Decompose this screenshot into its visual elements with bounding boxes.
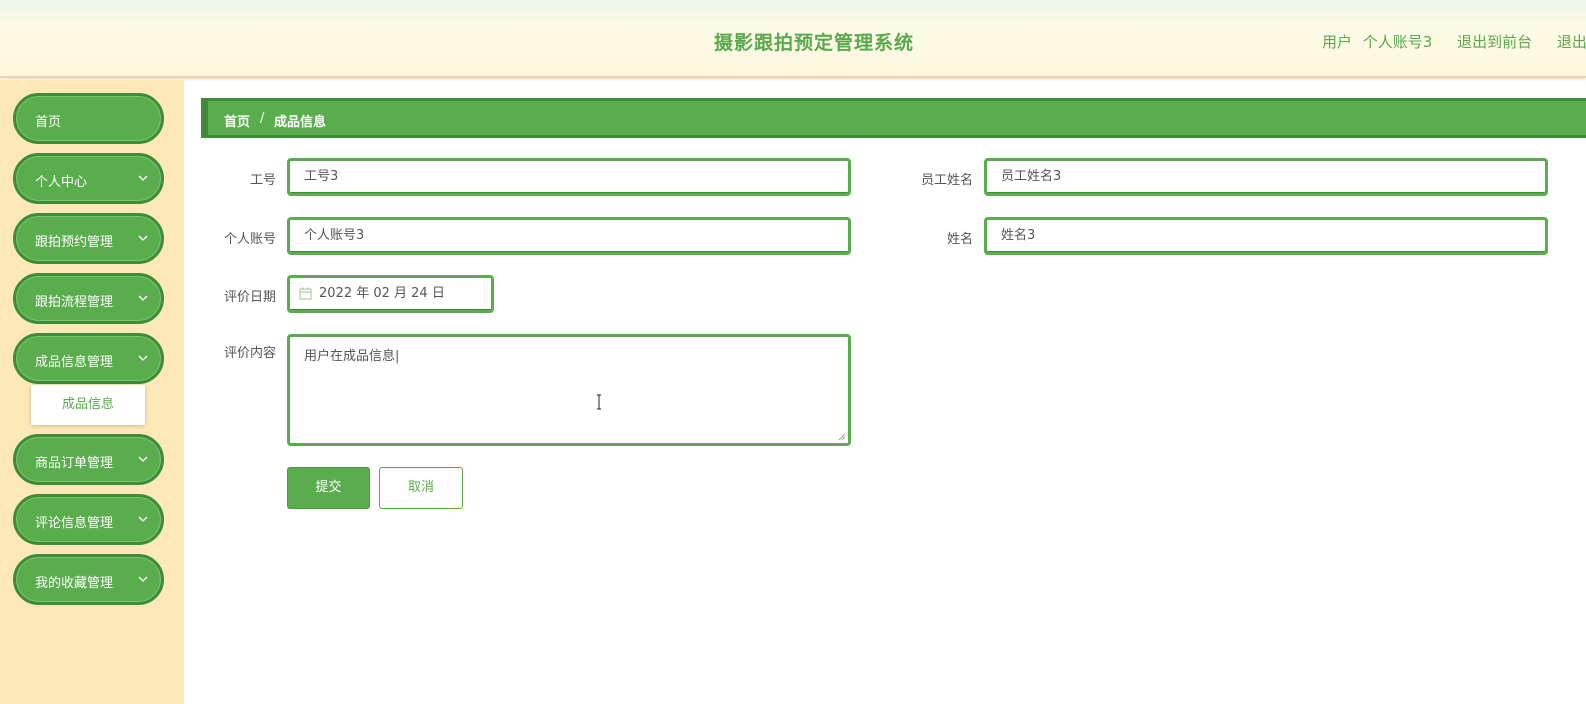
review-date-label: 评价日期: [223, 290, 276, 305]
name-label: 姓名: [946, 232, 973, 247]
review-content-value: 用户在成品信息|: [304, 349, 400, 364]
job-id-label: 工号: [249, 173, 276, 188]
cancel-button[interactable]: 取消: [379, 467, 463, 509]
sidebar-item-label: 跟拍流程管理: [35, 295, 114, 310]
chevron-down-icon: [138, 576, 148, 582]
chevron-down-icon: [138, 235, 148, 241]
sidebar-item-comments[interactable]: 评论信息管理: [13, 494, 164, 545]
review-date-picker[interactable]: 2022 年 02 月 24 日: [287, 275, 494, 313]
chevron-down-icon: [138, 516, 148, 522]
user-account: 个人账号3: [1362, 33, 1433, 51]
top-header: 摄影跟拍预定管理系统 用户 个人账号3 退出到前台 退出登录: [0, 0, 1586, 78]
sidebar-item-orders[interactable]: 商品订单管理: [13, 434, 164, 485]
chevron-down-icon: [138, 295, 148, 301]
review-date-value: 2022 年 02 月 24 日: [319, 286, 445, 301]
job-id-field[interactable]: 工号3: [287, 158, 851, 196]
account-field[interactable]: 个人账号3: [287, 217, 851, 255]
breadcrumb-current: 成品信息: [274, 115, 327, 130]
submenu-item-product-info[interactable]: 成品信息: [31, 385, 145, 425]
resize-handle-icon[interactable]: [838, 433, 846, 441]
text-cursor-icon: [597, 394, 601, 410]
breadcrumb: 首页 / 成品信息: [201, 98, 1586, 138]
sidebar-item-label: 评论信息管理: [35, 516, 114, 531]
sidebar-item-label: 个人中心: [35, 175, 88, 190]
sidebar-item-product-info[interactable]: 成品信息管理: [13, 333, 164, 384]
logout-link[interactable]: 退出登录: [1557, 31, 1586, 52]
employee-name-label: 员工姓名: [920, 173, 973, 188]
chevron-down-icon: [138, 175, 148, 181]
back-to-front-link[interactable]: 退出到前台: [1457, 31, 1532, 52]
sidebar-item-label: 商品订单管理: [35, 456, 114, 471]
user-label: 用户: [1322, 33, 1353, 51]
calendar-icon: [299, 287, 312, 300]
review-content-textarea[interactable]: 用户在成品信息|: [287, 334, 851, 446]
sidebar-item-home[interactable]: 首页: [13, 93, 164, 144]
sidebar-item-label: 我的收藏管理: [35, 576, 114, 591]
sidebar-item-label: 首页: [35, 115, 62, 130]
chevron-down-icon: [138, 456, 148, 462]
review-content-label: 评价内容: [223, 346, 276, 361]
name-field[interactable]: 姓名3: [984, 217, 1548, 255]
employee-name-field[interactable]: 员工姓名3: [984, 158, 1548, 196]
account-label: 个人账号: [223, 232, 276, 247]
top-nav: 用户 个人账号3 退出到前台 退出登录: [1322, 31, 1586, 52]
sidebar-item-personal-center[interactable]: 个人中心: [13, 153, 164, 204]
sidebar-item-label: 成品信息管理: [35, 355, 114, 370]
breadcrumb-separator: /: [260, 111, 265, 126]
breadcrumb-home[interactable]: 首页: [224, 111, 250, 130]
sidebar-item-booking[interactable]: 跟拍预约管理: [13, 213, 164, 264]
chevron-down-icon: [138, 355, 148, 361]
sidebar-item-label: 跟拍预约管理: [35, 235, 114, 250]
sidebar-item-process[interactable]: 跟拍流程管理: [13, 273, 164, 324]
sidebar-item-favorites[interactable]: 我的收藏管理: [13, 554, 164, 605]
submit-button[interactable]: 提交: [287, 467, 370, 509]
